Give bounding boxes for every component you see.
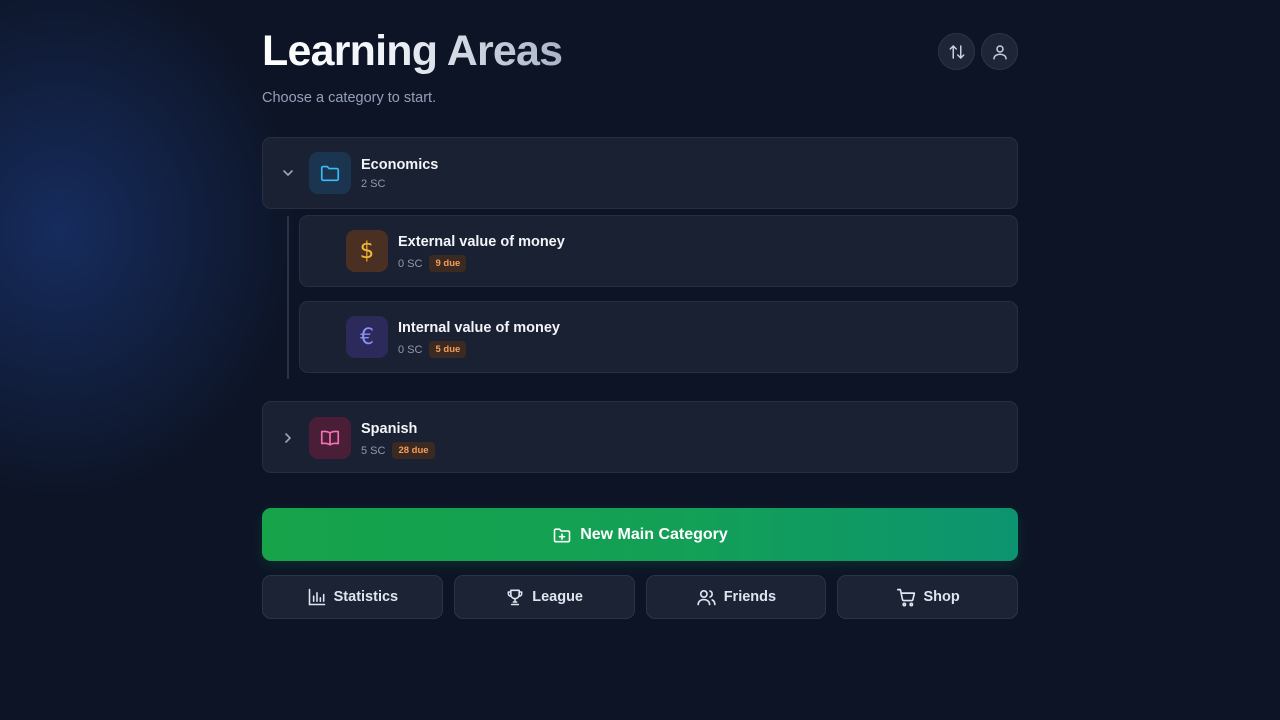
sc-count: 2 SC [361,178,386,190]
subcategory-title: External value of money [398,234,565,250]
league-button[interactable]: League [453,575,635,619]
book-icon [309,417,351,459]
statistics-button[interactable]: Statistics [262,575,443,619]
user-icon [992,44,1007,59]
new-main-category-label: New Main Category [580,525,728,543]
subcategory-card-internal-value[interactable]: € Internal value of money 0 SC 5 due [299,301,1018,373]
euro-icon: € [346,316,388,358]
page-title: Learning Areas [262,27,563,75]
secondary-actions: Statistics League Friends Shop [262,575,1018,619]
folder-plus-icon [553,527,571,542]
new-main-category-button[interactable]: New Main Category [262,508,1018,561]
bar-chart-icon [308,588,325,606]
statistics-label: Statistics [333,589,399,605]
tree-connector-line [287,216,289,379]
category-meta: 5 SC 28 due [361,442,435,459]
due-badge: 5 due [429,341,467,358]
friends-button[interactable]: Friends [645,575,827,619]
sort-arrows-icon [949,44,964,59]
trophy-icon [507,589,523,606]
shop-label: Shop [923,589,960,605]
subcategory-meta: 0 SC 5 due [398,341,467,358]
learning-areas-page: Learning Areas Choose a category to star… [262,0,1018,619]
sort-button[interactable] [938,33,975,70]
expand-chevron-icon[interactable] [279,429,297,447]
category-meta: 2 SC [361,178,385,190]
page-subtitle: Choose a category to start. [262,90,437,106]
folder-icon [309,152,351,194]
profile-button[interactable] [981,33,1018,70]
sc-count: 0 SC [398,343,423,356]
users-icon [697,589,716,605]
page-header: Learning Areas Choose a category to star… [262,0,1018,120]
category-card-spanish[interactable]: Spanish 5 SC 28 due [262,401,1018,473]
league-label: League [532,589,583,605]
category-title: Spanish [361,421,418,437]
friends-label: Friends [723,589,777,605]
shop-button[interactable]: Shop [837,575,1018,619]
shopping-cart-icon [896,588,915,606]
category-card-economics[interactable]: Economics 2 SC [262,137,1018,209]
due-badge: 9 due [429,255,467,272]
collapse-chevron-icon[interactable] [279,164,297,182]
sc-count: 5 SC [361,444,386,457]
sc-count: 0 SC [398,257,423,270]
subcategory-title: Internal value of money [398,320,560,336]
due-badge: 28 due [392,442,435,459]
category-title: Economics [361,157,439,173]
subcategory-card-external-value[interactable]: $ External value of money 0 SC 9 due [299,215,1018,287]
dollar-icon: $ [346,230,388,272]
subcategory-meta: 0 SC 9 due [398,255,467,272]
